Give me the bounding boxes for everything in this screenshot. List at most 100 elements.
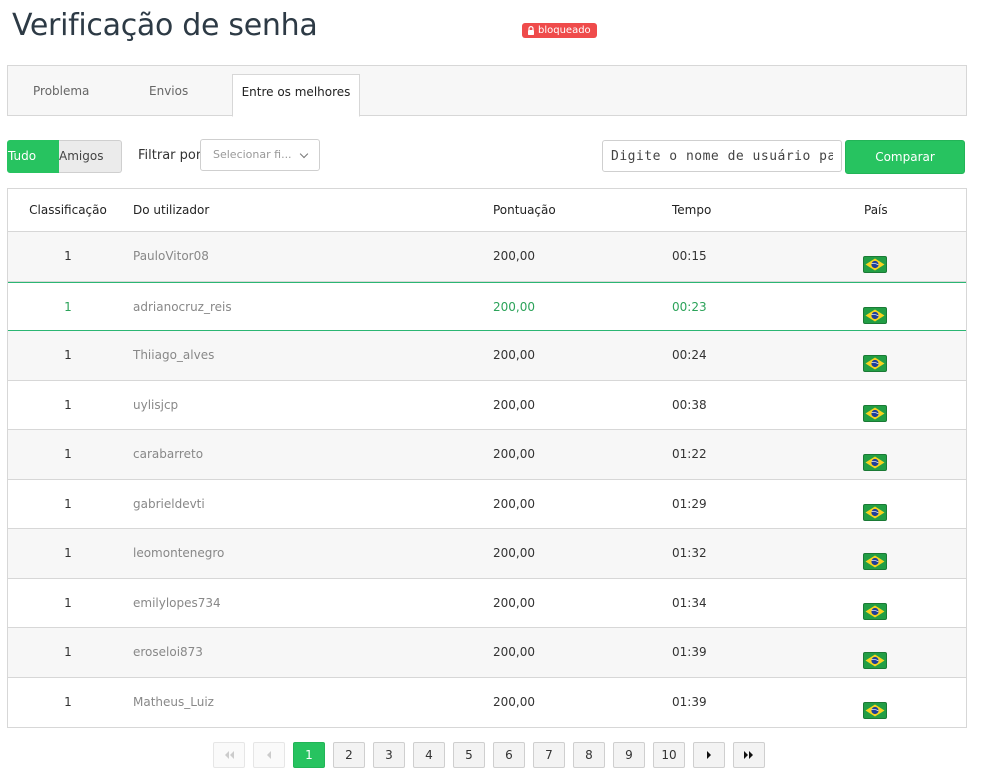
rank-cell: 1 [64, 447, 72, 461]
filter-friends-button[interactable]: Amigos [59, 140, 122, 173]
rank-cell: 1 [64, 546, 72, 560]
tab-bar: Problema Envios Entre os melhores [7, 65, 967, 117]
rank-cell: 1 [64, 694, 72, 709]
brazil-flag-icon [863, 344, 887, 372]
username-link[interactable]: uylisjcp [133, 381, 178, 429]
column-header-country[interactable]: País [864, 189, 888, 231]
column-header-user[interactable]: Do utilizador [133, 189, 209, 231]
score-cell: 200,00 [493, 249, 535, 263]
prev-page-icon [267, 751, 271, 759]
brazil-flag-icon [863, 691, 887, 719]
score-cell: 200,00 [493, 447, 535, 461]
time-cell: 00:23 [672, 299, 707, 314]
page-button-6[interactable]: 6 [493, 742, 525, 768]
page-button-8[interactable]: 8 [573, 742, 605, 768]
filter-select[interactable]: Selecionar fi... [200, 139, 320, 171]
brazil-flag-icon [863, 641, 887, 669]
page-button-5[interactable]: 5 [453, 742, 485, 768]
filter-all-button[interactable]: Tudo [7, 140, 59, 173]
score-cell: 200,00 [493, 694, 535, 709]
lock-icon [528, 26, 534, 35]
username-link[interactable]: gabrieldevti [133, 480, 205, 528]
filter-select-placeholder: Selecionar fi... [213, 148, 292, 161]
table-row: 1 carabarreto 200,00 01:22 [8, 430, 966, 480]
status-badge: bloqueado [522, 23, 597, 38]
column-header-time[interactable]: Tempo [672, 189, 711, 231]
page-button-4[interactable]: 4 [413, 742, 445, 768]
table-row: 1 eroseloi873 200,00 01:39 [8, 628, 966, 678]
brazil-flag-icon [863, 394, 887, 422]
table-row: 1 gabrieldevti 200,00 01:29 [8, 480, 966, 529]
time-cell: 01:29 [672, 496, 707, 511]
username-link[interactable]: eroseloi873 [133, 628, 203, 676]
username-link[interactable]: carabarreto [133, 430, 203, 478]
pagination: 1 2 3 4 5 6 7 8 9 10 [213, 742, 765, 768]
time-cell: 01:39 [672, 694, 707, 709]
score-cell: 200,00 [493, 496, 535, 511]
time-cell: 00:38 [672, 397, 707, 412]
status-badge-label: bloqueado [538, 25, 591, 36]
rank-cell: 1 [64, 496, 72, 511]
rank-cell: 1 [64, 348, 72, 362]
page-button-1[interactable]: 1 [293, 742, 325, 768]
tab-leaderboard[interactable]: Entre os melhores [232, 74, 360, 117]
prev-page-button[interactable] [253, 742, 285, 768]
username-link[interactable]: emilylopes734 [133, 579, 221, 627]
score-cell: 200,00 [493, 645, 535, 659]
brazil-flag-icon [863, 542, 887, 570]
score-cell: 200,00 [493, 397, 535, 412]
username-link[interactable]: leomontenegro [133, 529, 224, 577]
chevron-down-icon [299, 149, 309, 159]
brazil-flag-icon [863, 245, 887, 273]
username-link[interactable]: adrianocruz_reis [133, 283, 232, 331]
first-page-button[interactable] [213, 742, 245, 768]
username-search-input[interactable] [602, 140, 842, 172]
rank-cell: 1 [64, 645, 72, 659]
table-row: 1 leomontenegro 200,00 01:32 [8, 529, 966, 579]
page-title: Verificação de senha [12, 8, 318, 43]
score-cell: 200,00 [493, 299, 535, 314]
brazil-flag-icon [863, 296, 887, 324]
page-button-7[interactable]: 7 [533, 742, 565, 768]
rank-cell: 1 [64, 299, 72, 314]
filter-label: Filtrar por [138, 148, 202, 163]
page-number-list: 1 2 3 4 5 6 7 8 9 10 [293, 742, 685, 768]
table-row: 1 PauloVitor08 200,00 00:15 [8, 232, 966, 282]
score-cell: 200,00 [493, 595, 535, 610]
brazil-flag-icon [863, 592, 887, 620]
last-page-icon [744, 751, 753, 759]
time-cell: 01:39 [672, 645, 707, 659]
table-row: 1 Thiiago_alves 200,00 00:24 [8, 331, 966, 381]
next-page-button[interactable] [693, 742, 725, 768]
time-cell: 01:22 [672, 447, 707, 461]
username-link[interactable]: PauloVitor08 [133, 232, 209, 280]
column-header-score[interactable]: Pontuação [493, 189, 556, 231]
last-page-button[interactable] [733, 742, 765, 768]
table-row: 1 Matheus_Luiz 200,00 01:39 [8, 678, 966, 728]
compare-button[interactable]: Comparar [845, 140, 965, 174]
page-button-3[interactable]: 3 [373, 742, 405, 768]
username-link[interactable]: Thiiago_alves [133, 331, 214, 379]
rank-cell: 1 [64, 595, 72, 610]
page-button-9[interactable]: 9 [613, 742, 645, 768]
leaderboard-table: Classificação Do utilizador Pontuação Te… [7, 188, 967, 728]
score-cell: 200,00 [493, 546, 535, 560]
time-cell: 00:24 [672, 348, 707, 362]
column-header-rank[interactable]: Classificação [8, 189, 128, 231]
table-row-current-user: 1 adrianocruz_reis 200,00 00:23 [8, 281, 966, 331]
rank-cell: 1 [64, 397, 72, 412]
score-cell: 200,00 [493, 348, 535, 362]
username-link[interactable]: Matheus_Luiz [133, 678, 214, 726]
tab-submissions[interactable]: Envios [149, 66, 188, 116]
table-row: 1 emilylopes734 200,00 01:34 [8, 579, 966, 628]
time-cell: 01:32 [672, 546, 707, 560]
time-cell: 01:34 [672, 595, 707, 610]
rank-cell: 1 [64, 249, 72, 263]
page-button-10[interactable]: 10 [653, 742, 685, 768]
table-header: Classificação Do utilizador Pontuação Te… [8, 189, 966, 232]
table-body: 1 PauloVitor08 200,00 00:15 1 adrianocruz_rei… [8, 232, 966, 727]
tab-problem[interactable]: Problema [33, 66, 89, 116]
page-button-2[interactable]: 2 [333, 742, 365, 768]
first-page-icon [225, 751, 234, 759]
brazil-flag-icon [863, 443, 887, 471]
